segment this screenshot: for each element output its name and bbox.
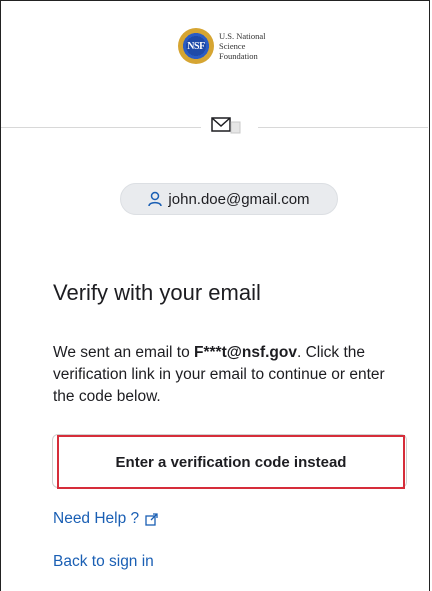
envelope-icon	[211, 117, 241, 134]
external-link-icon	[145, 512, 158, 526]
seal-text: NSF	[187, 40, 205, 52]
user-icon	[148, 191, 163, 207]
message-text: We sent an email to	[53, 344, 195, 361]
nsf-seal-icon: NSF	[178, 28, 214, 64]
logo-line: Foundation	[219, 51, 258, 61]
divider-left	[1, 127, 201, 128]
logo-line: U.S. National	[219, 31, 266, 41]
verification-message: We sent an email to F***t@nsf.gov. Click…	[53, 342, 398, 408]
help-link-label: Need Help ?	[53, 510, 140, 527]
logo-wordmark: U.S. National Science Foundation	[219, 31, 266, 61]
user-identifier-text: john.doe@gmail.com	[168, 190, 310, 208]
back-to-sign-in-link[interactable]: Back to sign in	[53, 553, 154, 571]
user-identifier-pill: john.doe@gmail.com	[120, 183, 338, 215]
masked-email: F***t@nsf.gov	[194, 344, 297, 361]
nsf-logo: NSF U.S. National Science Foundation	[178, 28, 266, 64]
page-title: Verify with your email	[53, 280, 261, 305]
enter-code-button[interactable]: Enter a verification code instead	[57, 435, 405, 489]
need-help-link[interactable]: Need Help ?	[53, 510, 158, 528]
logo-line: Science	[219, 41, 246, 51]
divider-right	[258, 127, 428, 128]
